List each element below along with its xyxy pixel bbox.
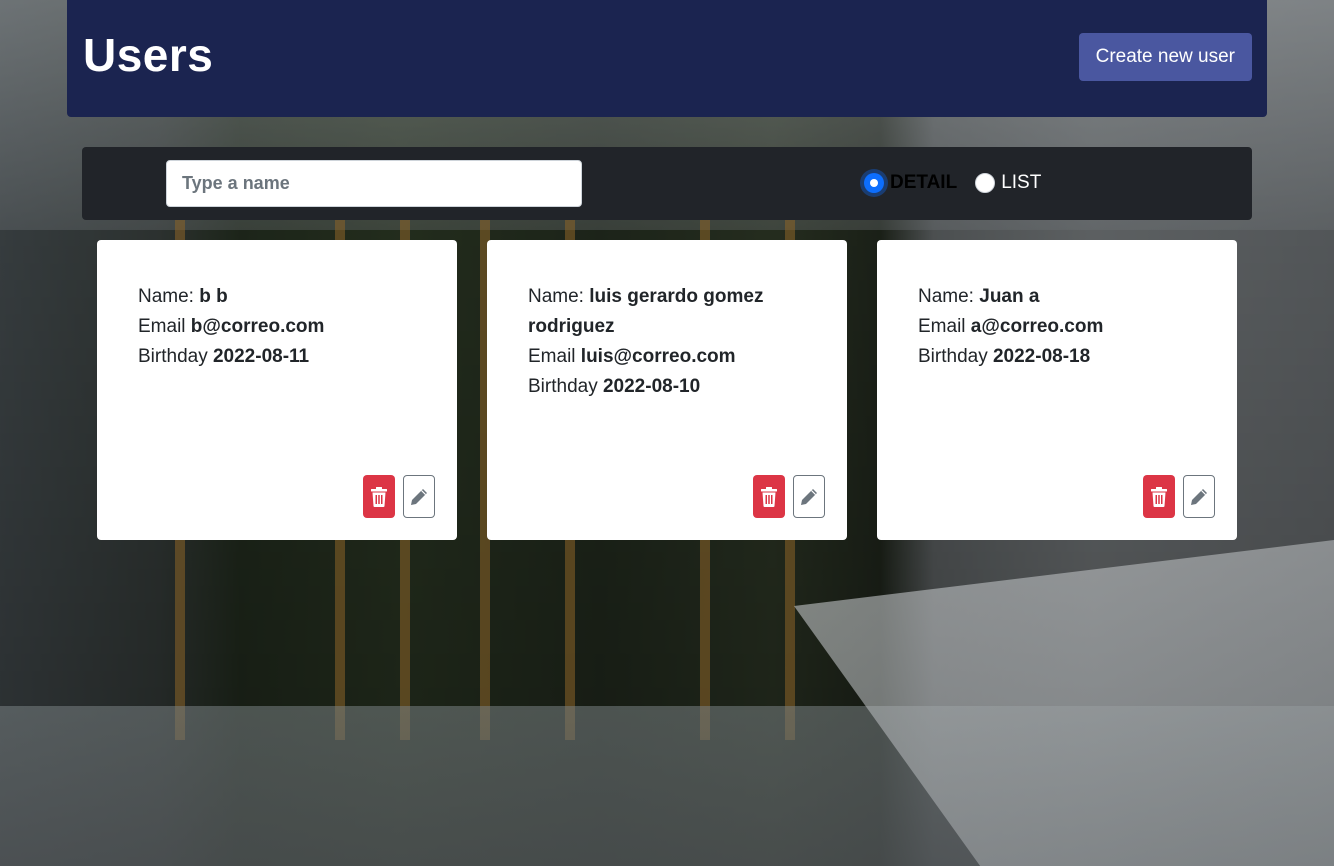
user-name-row: Name: Juan a	[918, 282, 1198, 312]
user-name-row: Name: luis gerardo gomez rodriguez	[528, 282, 808, 342]
user-name-row: Name: b b	[138, 282, 418, 312]
search-input[interactable]	[166, 160, 582, 207]
filter-toolbar: DETAIL LIST	[82, 147, 1252, 220]
create-user-button[interactable]: Create new user	[1078, 33, 1252, 81]
edit-user-button[interactable]	[793, 475, 825, 518]
edit-user-button[interactable]	[403, 475, 435, 518]
radio-detail[interactable]	[864, 173, 884, 193]
user-card: Name: Juan a Email a@correo.com Birthday…	[877, 240, 1237, 540]
user-card-actions	[1143, 475, 1215, 518]
user-name: Juan a	[979, 286, 1040, 307]
user-card-actions	[753, 475, 825, 518]
name-label: Name:	[918, 286, 974, 307]
birthday-label: Birthday	[138, 346, 208, 367]
pencil-icon	[411, 488, 427, 505]
user-card-details: Name: luis gerardo gomez rodriguez Email…	[528, 282, 808, 402]
email-label: Email	[918, 316, 966, 337]
user-birthday-row: Birthday 2022-08-10	[528, 372, 808, 402]
edit-user-button[interactable]	[1183, 475, 1215, 518]
user-email: luis@correo.com	[580, 346, 736, 367]
user-card: Name: b b Email b@correo.com Birthday 20…	[97, 240, 457, 540]
user-email-row: Email a@correo.com	[918, 312, 1198, 342]
user-birthday-row: Birthday 2022-08-11	[138, 342, 418, 372]
user-card: Name: luis gerardo gomez rodriguez Email…	[487, 240, 847, 540]
delete-user-button[interactable]	[753, 475, 785, 518]
pencil-icon	[1191, 488, 1207, 505]
birthday-label: Birthday	[528, 376, 598, 397]
birthday-label: Birthday	[918, 346, 988, 367]
view-mode-selector: DETAIL LIST	[864, 170, 1041, 196]
user-card-actions	[363, 475, 435, 518]
radio-list[interactable]	[975, 173, 996, 193]
user-name: b b	[199, 286, 228, 307]
user-birthday: 2022-08-18	[992, 346, 1091, 367]
user-birthday-row: Birthday 2022-08-18	[918, 342, 1198, 372]
trash-icon	[371, 486, 387, 507]
trash-icon	[1151, 486, 1167, 507]
radio-detail-label[interactable]: DETAIL	[890, 172, 957, 194]
page-header: Users Create new user	[67, 0, 1267, 117]
name-label: Name:	[528, 286, 584, 307]
user-birthday: 2022-08-11	[212, 346, 310, 367]
page-title: Users	[83, 29, 214, 81]
email-label: Email	[138, 316, 186, 337]
email-label: Email	[528, 346, 576, 367]
user-card-details: Name: Juan a Email a@correo.com Birthday…	[918, 282, 1198, 372]
radio-list-label[interactable]: LIST	[1001, 172, 1041, 194]
delete-user-button[interactable]	[363, 475, 395, 518]
name-label: Name:	[138, 286, 194, 307]
user-email-row: Email luis@correo.com	[528, 342, 808, 372]
user-birthday: 2022-08-10	[602, 376, 701, 397]
user-email: a@correo.com	[970, 316, 1104, 337]
user-email: b@correo.com	[190, 316, 325, 337]
delete-user-button[interactable]	[1143, 475, 1175, 518]
user-card-details: Name: b b Email b@correo.com Birthday 20…	[138, 282, 418, 372]
pencil-icon	[801, 488, 817, 505]
trash-icon	[761, 486, 777, 507]
user-email-row: Email b@correo.com	[138, 312, 418, 342]
